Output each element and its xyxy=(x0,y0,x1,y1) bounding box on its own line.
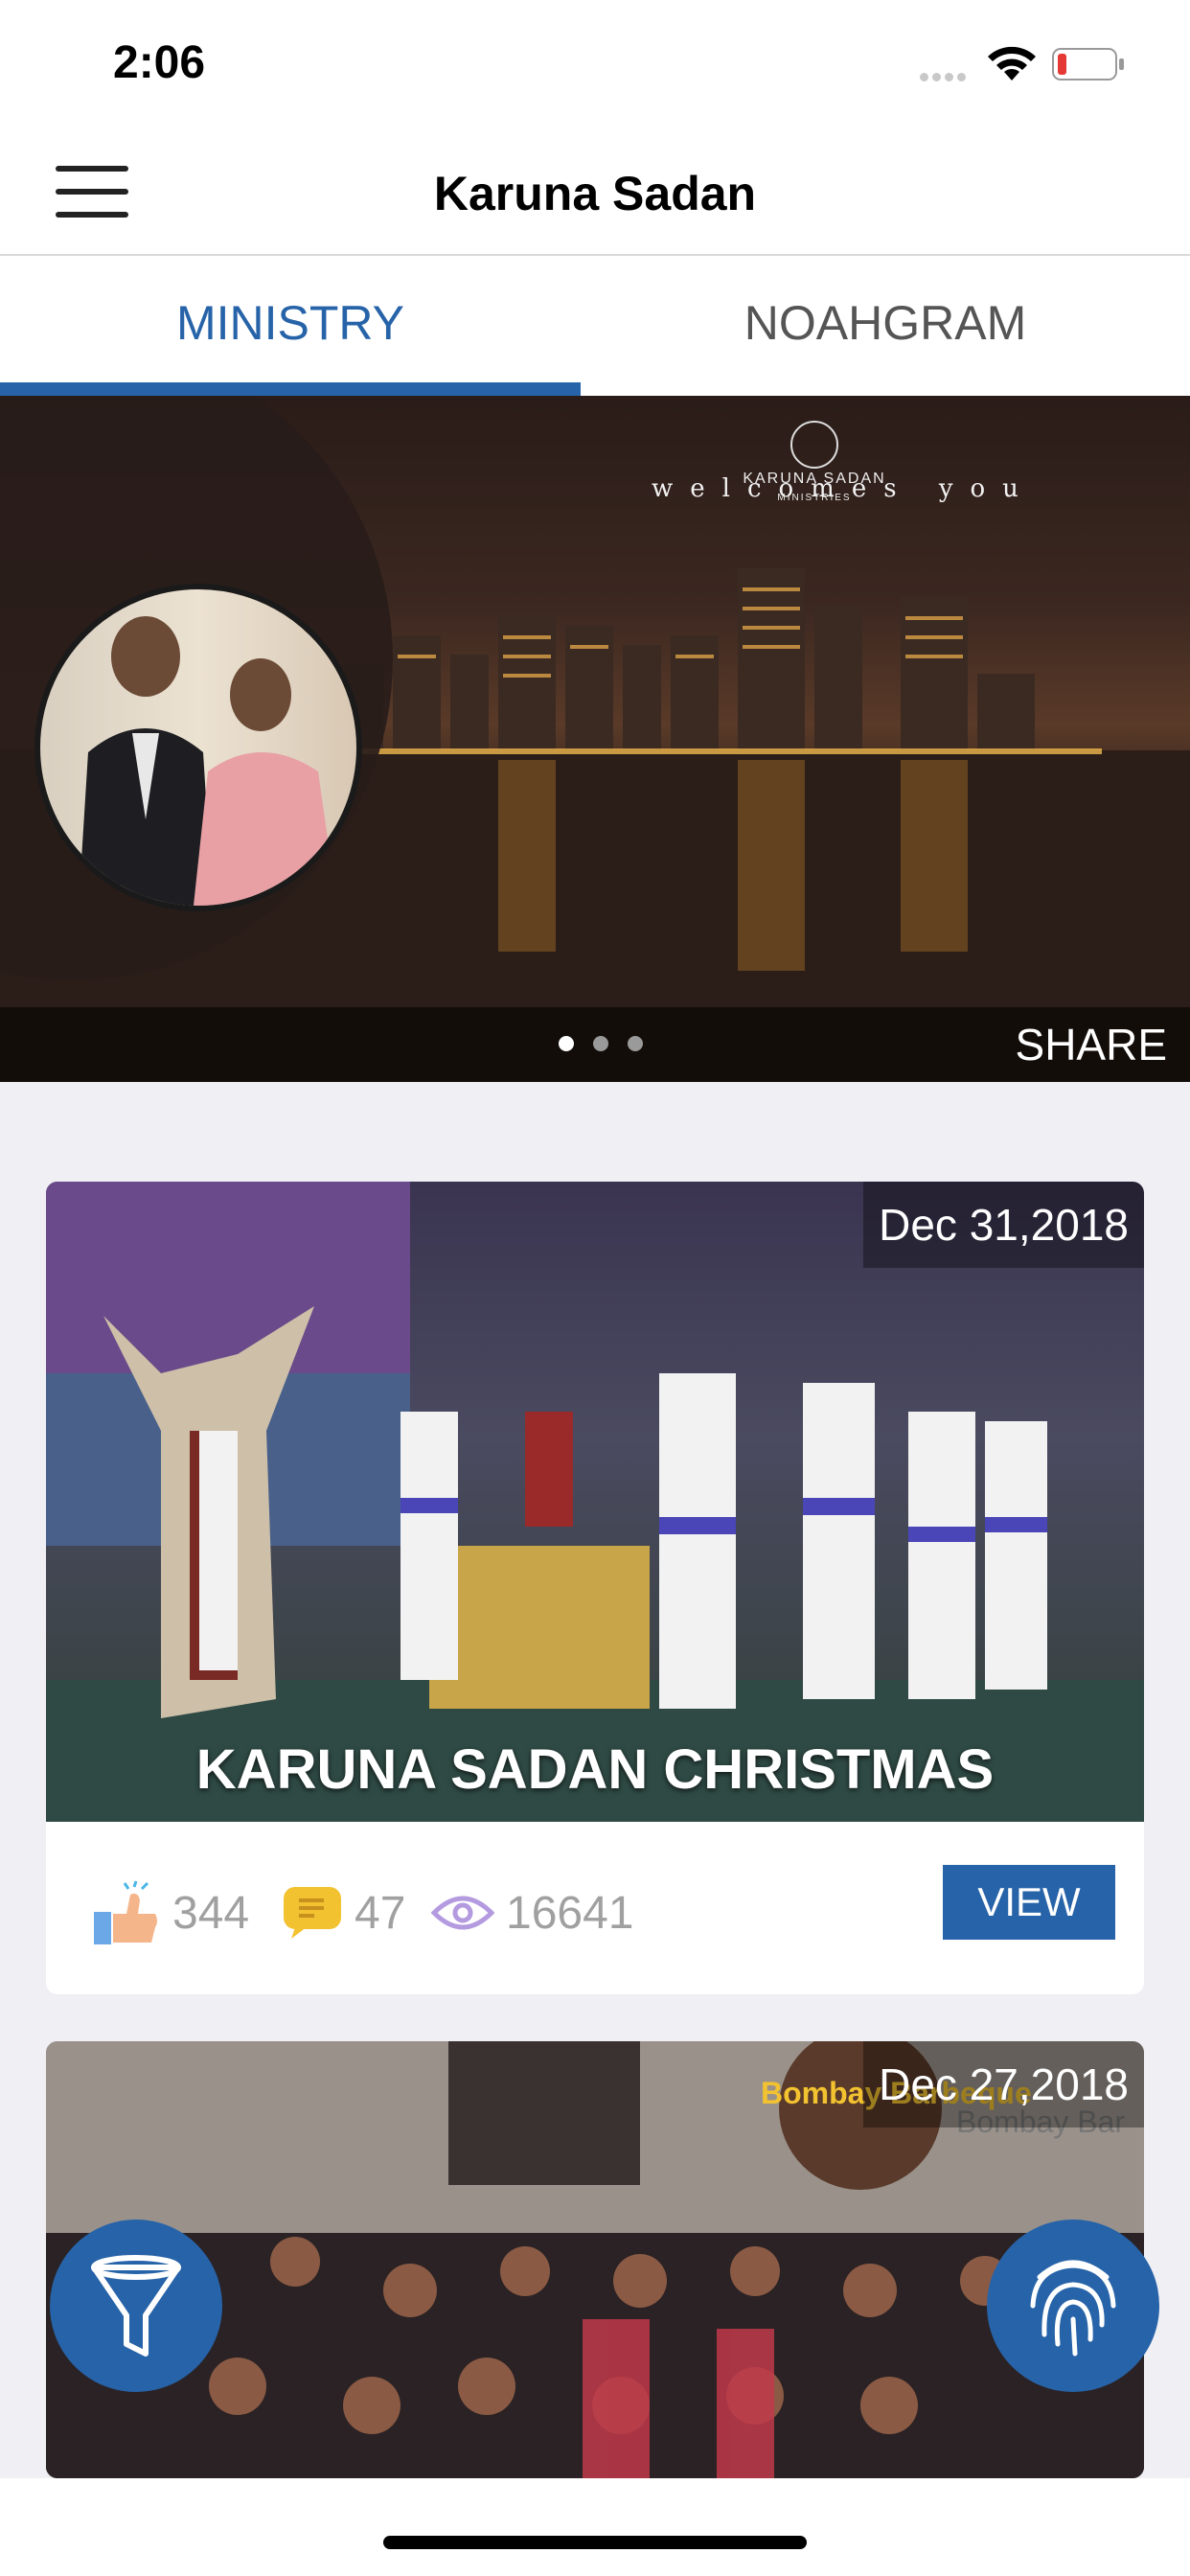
banner-tagline: welcomes you xyxy=(652,474,1036,503)
cellular-signal-icon xyxy=(920,69,975,81)
christmas-play-image xyxy=(46,1182,1144,1822)
tab-noahgram[interactable]: NOAHGRAM xyxy=(581,256,1190,396)
share-button[interactable]: SHARE xyxy=(1016,1019,1167,1070)
post-date: Dec 27,2018 xyxy=(863,2041,1144,2128)
banner-footer: SHARE xyxy=(0,1007,1190,1082)
views-stat: 16641 xyxy=(431,1879,633,1946)
comments-count: 47 xyxy=(355,1887,406,1939)
carousel-page-dots[interactable] xyxy=(559,1036,662,1056)
tab-bar: MINISTRY NOAHGRAM xyxy=(0,256,1190,396)
post-image[interactable]: Dec 31,2018 KARUNA SADAN CHRISTMAS xyxy=(46,1182,1144,1822)
carousel-dot-3[interactable] xyxy=(628,1036,643,1051)
logo-mark-icon xyxy=(790,421,838,469)
post-card[interactable]: Dec 31,2018 KARUNA SADAN CHRISTMAS 344 4… xyxy=(46,1182,1144,1994)
post-stats-bar: 344 47 16641 VIEW xyxy=(46,1822,1144,1994)
carousel-dot-2[interactable] xyxy=(593,1036,608,1051)
views-count: 16641 xyxy=(506,1887,634,1939)
carousel-dot-1[interactable] xyxy=(559,1036,574,1051)
view-post-button[interactable]: VIEW xyxy=(943,1865,1115,1940)
comment-icon xyxy=(284,1887,341,1939)
fingerprint-icon xyxy=(1030,2260,1116,2357)
active-tab-indicator xyxy=(0,382,581,396)
thumbs-up-icon xyxy=(94,1880,157,1944)
post-date: Dec 31,2018 xyxy=(863,1182,1144,1268)
navigation-bar: Karuna Sadan xyxy=(0,129,1190,256)
post-title: KARUNA SADAN CHRISTMAS xyxy=(195,1738,995,1801)
filter-button[interactable] xyxy=(50,2220,222,2392)
likes-stat[interactable]: 344 xyxy=(92,1879,249,1946)
banner-carousel[interactable]: KARUNA SADAN MINISTRIES welcomes you SHA… xyxy=(0,396,1190,1082)
tab-ministry[interactable]: MINISTRY xyxy=(0,256,581,396)
wifi-icon xyxy=(988,46,1036,80)
bottom-safe-area xyxy=(0,2478,1190,2576)
fingerprint-button[interactable] xyxy=(987,2220,1159,2392)
battery-icon xyxy=(1052,48,1124,80)
likes-count: 344 xyxy=(172,1887,250,1939)
comments-stat[interactable]: 47 xyxy=(282,1879,405,1946)
home-indicator[interactable] xyxy=(383,2536,807,2549)
page-title: Karuna Sadan xyxy=(433,167,757,220)
filter-funnel-icon xyxy=(91,2255,181,2357)
status-time: 2:06 xyxy=(113,37,206,88)
status-bar: 2:06 xyxy=(0,0,1190,129)
eye-icon xyxy=(431,1896,494,1930)
couple-portrait-image xyxy=(34,584,362,911)
